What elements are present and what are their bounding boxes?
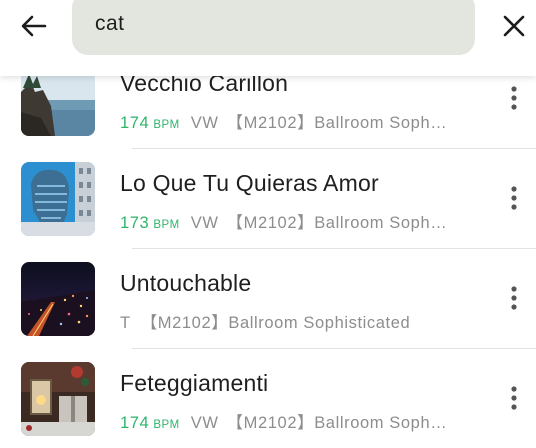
dance-key: VW [190, 214, 219, 232]
search-input[interactable] [95, 6, 435, 42]
dance-key: VW [190, 414, 219, 432]
song-meta: 174 BPM VW 【M2102】Ballroom Soph… [120, 409, 447, 433]
search-app-bar [0, 0, 536, 76]
dance-key: T [120, 314, 131, 332]
bpm-value: 174 [120, 414, 150, 432]
song-title: Lo Que Tu Quieras Amor [120, 170, 379, 196]
playlist-name: 【M2102】Ballroom Sophisticated [140, 314, 411, 332]
more-vert-icon[interactable] [502, 278, 526, 318]
album-art-lantern-gifts [21, 362, 95, 436]
bpm-value: 174 [120, 114, 150, 132]
list-item[interactable]: Feteggiamenti 174 BPM VW 【M2102】Ballroom… [0, 348, 536, 448]
playlist-name: 【M2102】Ballroom Soph… [226, 414, 448, 432]
more-vert-icon[interactable] [502, 78, 526, 118]
more-vert-icon[interactable] [502, 178, 526, 218]
song-meta: 173 BPM VW 【M2102】Ballroom Soph… [120, 209, 447, 233]
song-meta: T 【M2102】Ballroom Sophisticated [120, 309, 410, 333]
arrow-left-icon[interactable] [14, 8, 54, 44]
list-item[interactable]: Untouchable T 【M2102】Ballroom Sophistica… [0, 248, 536, 348]
song-meta: 174 BPM VW 【M2102】Ballroom Soph… [120, 109, 447, 133]
playlist-name: 【M2102】Ballroom Soph… [226, 214, 448, 232]
list-item[interactable]: Lo Que Tu Quieras Amor 173 BPM VW 【M2102… [0, 148, 536, 248]
song-title: Feteggiamenti [120, 370, 269, 396]
song-title: Untouchable [120, 270, 252, 296]
search-box [72, 0, 475, 55]
album-art-city-night [21, 262, 95, 336]
more-vert-icon[interactable] [502, 378, 526, 418]
bpm-unit: BPM [153, 219, 180, 231]
playlist-name: 【M2102】Ballroom Soph… [226, 114, 448, 132]
bpm-value: 173 [120, 214, 150, 232]
dance-key: VW [190, 114, 219, 132]
bpm-unit: BPM [153, 419, 180, 431]
bpm-unit: BPM [153, 119, 180, 131]
close-icon[interactable] [496, 8, 532, 44]
album-art-sculpture [21, 162, 95, 236]
